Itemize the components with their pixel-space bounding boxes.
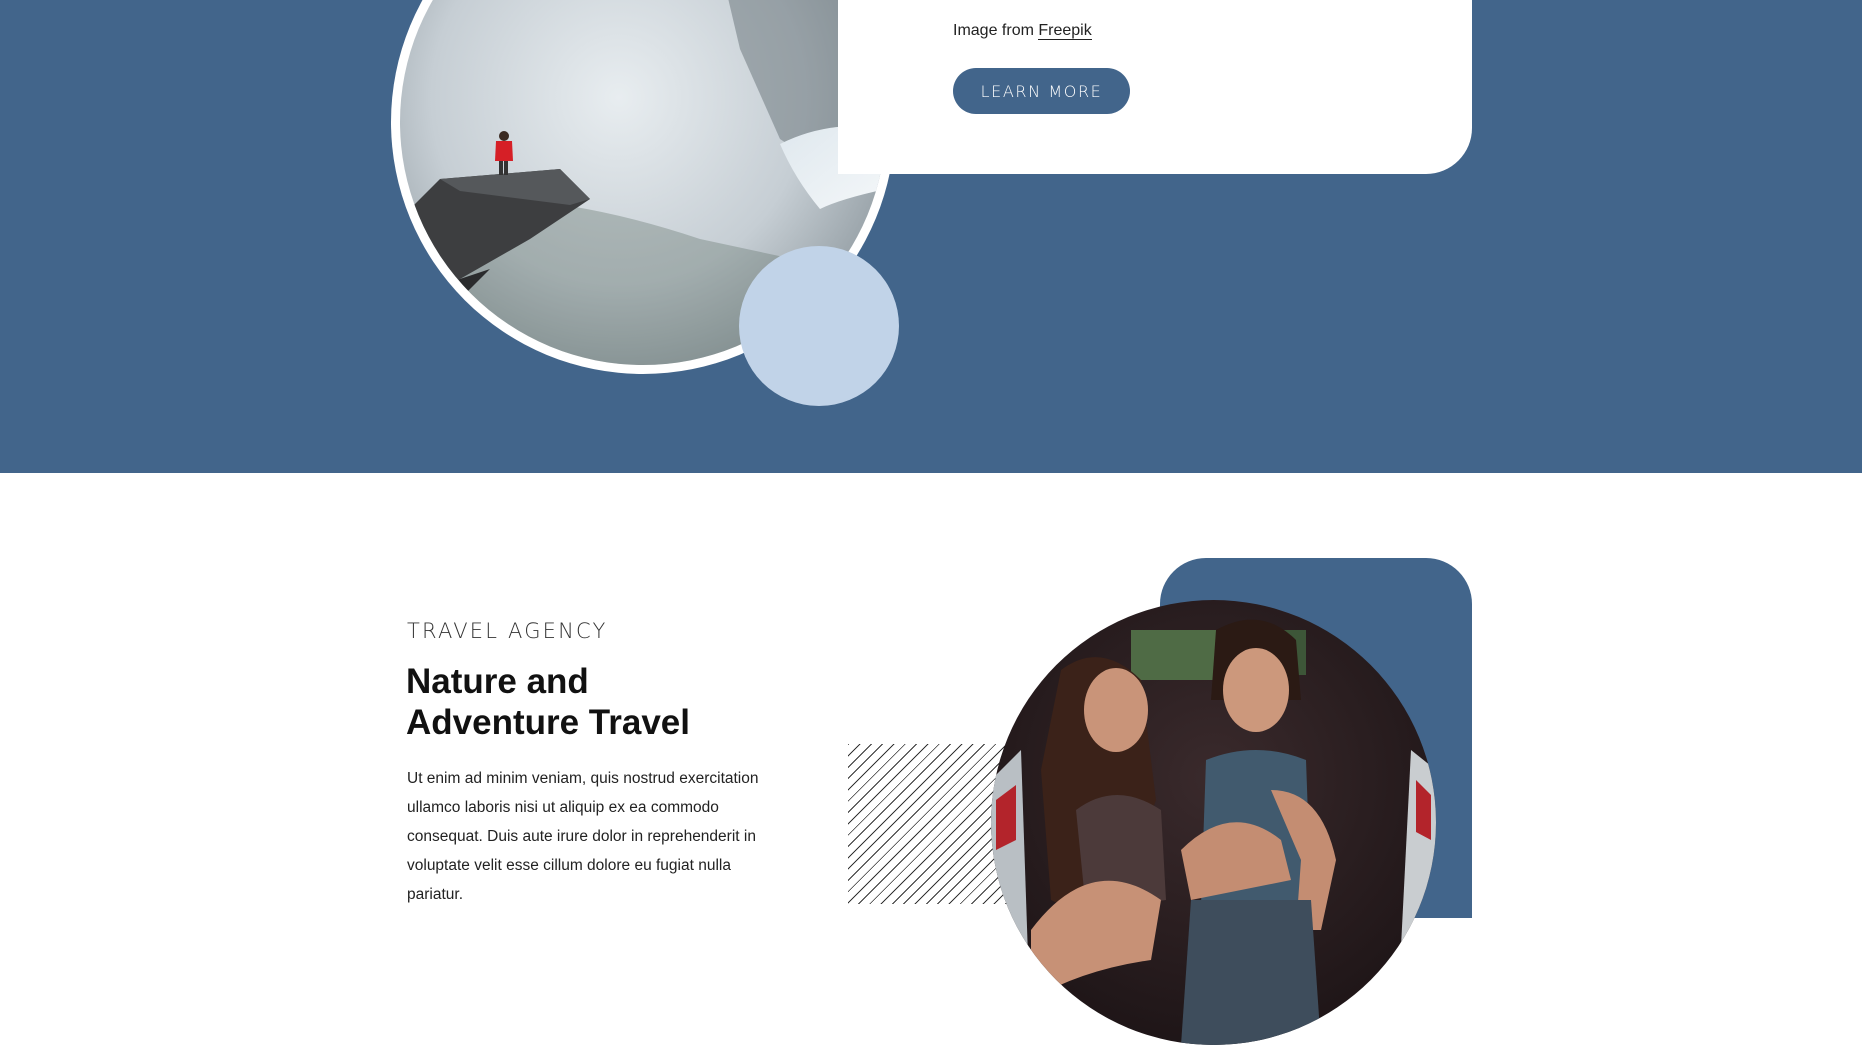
- travel-photo-friends-in-car: [991, 600, 1436, 1045]
- freepik-link[interactable]: Freepik: [1038, 22, 1092, 40]
- section-title-line1: Nature and: [406, 662, 589, 701]
- section-title: Nature and Adventure Travel: [406, 661, 826, 743]
- section-eyebrow: TRAVEL AGENCY: [407, 619, 608, 643]
- learn-more-button[interactable]: LEARN MORE: [953, 68, 1130, 114]
- section-body: Ut enim ad minim veniam, quis nostrud ex…: [407, 770, 759, 903]
- section-title-line2: Adventure Travel: [406, 703, 690, 742]
- image-credit-prefix: Image from: [953, 22, 1034, 39]
- hero-info-card: [838, 0, 1472, 174]
- image-credit: Image from Freepik: [953, 22, 1092, 40]
- decorative-light-circle: [739, 246, 899, 406]
